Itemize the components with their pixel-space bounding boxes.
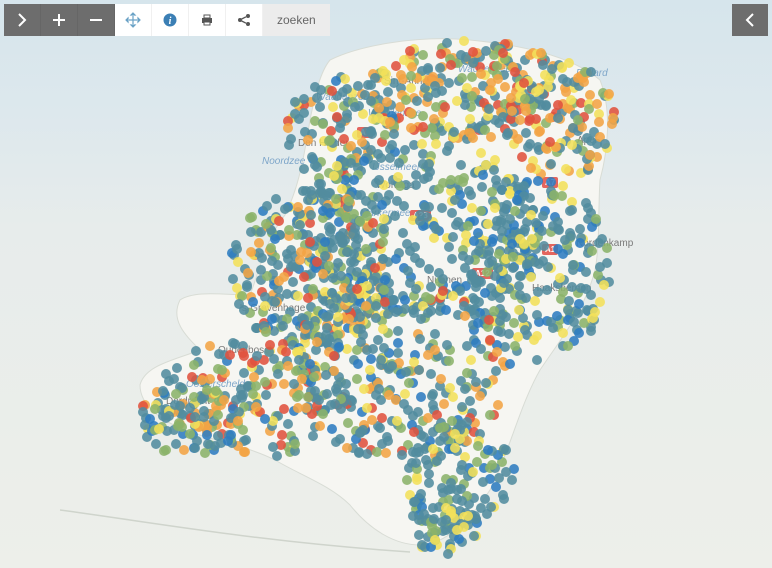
expand-right-panel-button[interactable] xyxy=(732,4,768,36)
search-button[interactable]: zoeken xyxy=(263,4,330,36)
chevron-left-icon xyxy=(742,12,758,28)
chevron-right-icon xyxy=(14,12,30,28)
country-outline xyxy=(0,0,772,568)
print-button[interactable] xyxy=(189,4,226,36)
share-icon xyxy=(236,12,252,28)
search-label: zoeken xyxy=(277,13,316,27)
info-button[interactable]: i xyxy=(152,4,189,36)
plus-icon xyxy=(51,12,67,28)
expand-left-panel-button[interactable] xyxy=(4,4,41,36)
toolbar: i zoeken xyxy=(4,4,330,36)
map-viewport[interactable]: i zoeken NoordzeeWaddenzeeWaddenzeeWadde… xyxy=(0,0,772,568)
svg-text:i: i xyxy=(169,16,172,27)
share-button[interactable] xyxy=(226,4,263,36)
print-icon xyxy=(199,12,215,28)
move-button[interactable] xyxy=(115,4,152,36)
move-icon xyxy=(125,12,141,28)
zoom-out-button[interactable] xyxy=(78,4,115,36)
zoom-in-button[interactable] xyxy=(41,4,78,36)
minus-icon xyxy=(88,12,104,28)
info-icon: i xyxy=(162,12,178,28)
